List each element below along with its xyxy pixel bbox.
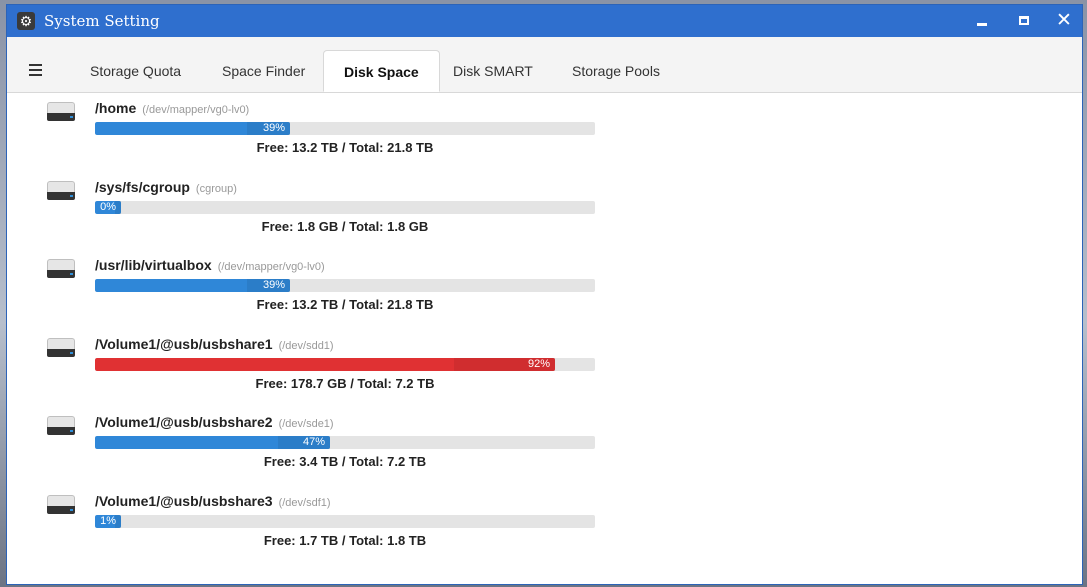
usage-bar: 1% — [95, 515, 595, 528]
usage-fill: 39% — [95, 122, 290, 135]
free-total-text: Free: 3.4 TB / Total: 7.2 TB — [263, 454, 427, 469]
free-total-text: Free: 13.2 TB / Total: 21.8 TB — [256, 140, 434, 155]
tab-storage-quota[interactable]: Storage Quota — [70, 50, 201, 92]
minimize-icon — [977, 23, 987, 27]
usage-fill: 47% — [95, 436, 330, 449]
hard-drive-icon — [47, 259, 75, 279]
gear-icon: ⚙ — [17, 12, 35, 30]
device-path: (cgroup) — [195, 183, 237, 195]
device-path: (/dev/mapper/vg0-lv0) — [142, 104, 250, 116]
disk-item: /Volume1/@usb/usbshare1 (/dev/sdd1) 92% F… — [7, 336, 1082, 414]
maximize-button[interactable] — [1012, 9, 1036, 33]
device-path: (/dev/sdd1) — [278, 340, 334, 352]
tab-storage-pools[interactable]: Storage Pools — [552, 50, 680, 92]
disk-item: /Volume1/@usb/usbshare2 (/dev/sde1) 47% F… — [7, 414, 1082, 492]
window-title: System Setting — [44, 12, 160, 30]
usage-percent: 1% — [100, 515, 116, 527]
mount-point: /Volume1/@usb/usbshare3 (/dev/sdf1) — [95, 493, 331, 509]
disk-item: /home (/dev/mapper/vg0-lv0) 39% Free: 13.… — [7, 100, 1082, 178]
usage-percent: 39% — [262, 279, 285, 291]
disk-item: /sys/fs/cgroup (cgroup) 0% Free: 1.8 GB /… — [7, 179, 1082, 257]
mount-point: /sys/fs/cgroup (cgroup) — [95, 179, 237, 195]
close-icon: ✕ — [1056, 10, 1072, 31]
tab-space-finder[interactable]: Space Finder — [202, 50, 325, 92]
disk-space-list[interactable]: /home (/dev/mapper/vg0-lv0) 39% Free: 13.… — [7, 93, 1082, 584]
close-button[interactable]: ✕ — [1052, 9, 1076, 33]
hard-drive-icon — [47, 495, 75, 515]
usage-percent: 39% — [262, 122, 285, 134]
usage-fill: 0% — [95, 201, 121, 214]
usage-bar: 39% — [95, 279, 595, 292]
tab-bar: Storage Quota Space Finder Disk Space Di… — [7, 37, 1082, 93]
disk-item: /Volume1/@usb/usbshare3 (/dev/sdf1) 1% Fr… — [7, 493, 1082, 571]
hard-drive-icon — [47, 416, 75, 436]
usage-percent: 92% — [527, 358, 550, 370]
free-total-text: Free: 1.8 GB / Total: 1.8 GB — [261, 219, 429, 234]
usage-bar: 0% — [95, 201, 595, 214]
usage-bar: 47% — [95, 436, 595, 449]
mount-point: /home (/dev/mapper/vg0-lv0) — [95, 100, 250, 116]
usage-fill: 1% — [95, 515, 121, 528]
device-path: (/dev/sde1) — [278, 418, 334, 430]
free-total-text: Free: 1.7 TB / Total: 1.8 TB — [263, 533, 427, 548]
mount-point: /usr/lib/virtualbox (/dev/mapper/vg0-lv0) — [95, 257, 325, 273]
tab-disk-space[interactable]: Disk Space — [323, 50, 440, 92]
device-path: (/dev/mapper/vg0-lv0) — [217, 261, 325, 273]
mount-point: /Volume1/@usb/usbshare1 (/dev/sdd1) — [95, 336, 334, 352]
disk-item: /usr/lib/virtualbox (/dev/mapper/vg0-lv0)… — [7, 257, 1082, 335]
usage-bar: 39% — [95, 122, 595, 135]
mount-point: /Volume1/@usb/usbshare2 (/dev/sde1) — [95, 414, 334, 430]
hard-drive-icon — [47, 181, 75, 201]
title-bar[interactable]: ⚙ System Setting ✕ — [7, 5, 1082, 37]
hard-drive-icon — [47, 338, 75, 358]
usage-percent: 0% — [100, 201, 116, 213]
usage-bar: 92% — [95, 358, 595, 371]
hard-drive-icon — [47, 102, 75, 122]
device-path: (/dev/sdf1) — [278, 497, 331, 509]
maximize-icon — [1019, 16, 1029, 26]
hamburger-menu-icon[interactable] — [29, 64, 42, 76]
usage-fill: 39% — [95, 279, 290, 292]
free-total-text: Free: 178.7 GB / Total: 7.2 TB — [255, 376, 435, 391]
tab-disk-smart[interactable]: Disk SMART — [433, 50, 553, 92]
minimize-button[interactable] — [970, 9, 994, 33]
free-total-text: Free: 13.2 TB / Total: 21.8 TB — [256, 297, 434, 312]
usage-fill: 92% — [95, 358, 555, 371]
system-setting-window: ⚙ System Setting ✕ Storage Quota Space F… — [6, 4, 1083, 585]
usage-percent: 47% — [302, 436, 325, 448]
